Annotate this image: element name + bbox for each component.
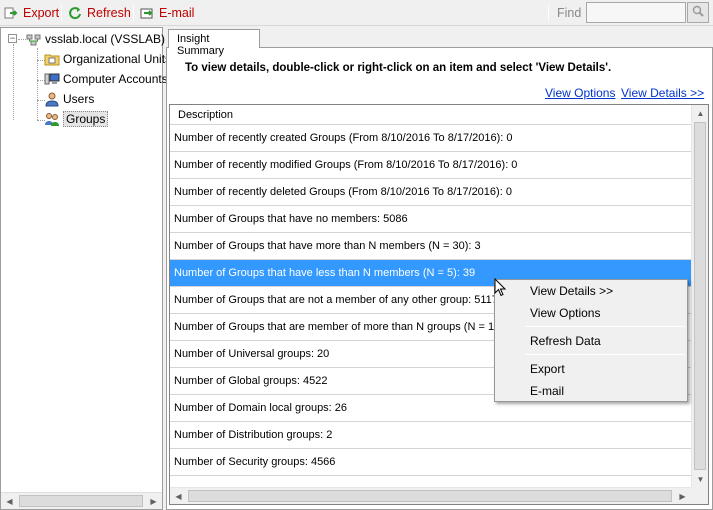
view-details-link[interactable]: View Details >> [621,86,704,100]
email-button[interactable]: E-mail [140,4,194,22]
tree-item-users[interactable]: Users [44,90,94,108]
refresh-icon [68,6,82,20]
tree-item-label: Groups [63,111,109,127]
scroll-left-arrow-icon[interactable]: ◀ [1,493,18,509]
table-row[interactable]: Number of recently created Groups (From … [170,125,691,152]
scroll-down-arrow-icon[interactable]: ▼ [692,471,708,488]
scroll-up-arrow-icon[interactable]: ▲ [692,105,708,122]
tree-item-domain[interactable]: vsslab.local (VSSLAB) [26,30,165,48]
menu-item-view-options[interactable]: View Options [530,306,600,320]
tree-item-computer-accounts[interactable]: Computer Accounts [44,70,168,88]
table-row[interactable]: Number of Groups that have more than N m… [170,233,691,260]
menu-item-refresh-data[interactable]: Refresh Data [530,334,601,348]
menu-item-export[interactable]: Export [530,362,565,376]
refresh-label: Refresh [87,6,131,20]
toolbar-separator [133,5,134,21]
tree-item-organizational-units[interactable]: Organizational Units [44,50,171,68]
scrollbar-thumb[interactable] [694,122,706,470]
instruction-text: To view details, double-click or right-c… [185,62,612,74]
tree-item-label: Organizational Units [63,52,172,66]
menu-item-email[interactable]: E-mail [530,384,564,398]
tree-line [13,44,14,120]
table-row[interactable]: Number of recently deleted Groups (From … [170,179,691,206]
tree-line [37,48,38,120]
toolbar-separator [548,5,549,21]
scrollbar-thumb[interactable] [188,490,672,502]
scroll-right-arrow-icon[interactable]: ▶ [674,488,691,504]
tree-line [18,39,26,40]
export-icon [4,6,18,20]
grid-horizontal-scrollbar[interactable]: ◀ ▶ [170,487,691,504]
tree-item-label: Computer Accounts [63,72,168,86]
find-input[interactable] [586,2,686,23]
tree-item-label: vsslab.local (VSSLAB) [45,32,166,46]
tree-horizontal-scrollbar[interactable]: ◀ ▶ [1,492,162,509]
menu-separator [525,354,685,355]
email-label: E-mail [159,6,195,20]
table-row[interactable]: Number of recently modified Groups (From… [170,152,691,179]
tree-item-groups[interactable]: Groups [44,110,109,128]
domain-icon [26,31,42,47]
menu-item-view-details[interactable]: View Details >> [530,284,613,298]
scroll-left-arrow-icon[interactable]: ◀ [170,488,187,504]
context-menu: View Details >> View Options Refresh Dat… [494,279,688,402]
find-button[interactable] [687,2,709,23]
view-options-link[interactable]: View Options [545,86,615,100]
mouse-cursor-icon [494,277,507,300]
scrollbar-thumb[interactable] [19,495,143,507]
column-header-description[interactable]: Description [170,105,691,125]
user-icon [44,91,60,107]
ou-folder-icon [44,51,60,67]
grid-vertical-scrollbar[interactable]: ▲ ▼ [691,105,708,488]
scroll-right-arrow-icon[interactable]: ▶ [145,493,162,509]
export-label: Export [23,6,60,20]
tree-item-label: Users [63,92,95,106]
export-button[interactable]: Export [4,4,59,22]
menu-separator [525,326,685,327]
tree-collapse-toggle[interactable]: − [8,34,17,43]
find-label: Find [557,6,582,20]
table-row[interactable]: Number of Groups that have no members: 5… [170,206,691,233]
groups-icon [44,111,60,127]
scrollbar-corner [691,487,708,504]
table-row[interactable]: Number of Distribution groups: 2 [170,422,691,449]
computer-icon [44,71,60,87]
tab-insight-summary[interactable]: Insight Summary [168,29,260,57]
refresh-button[interactable]: Refresh [68,4,131,22]
toolbar-separator [61,5,62,21]
toolbar: Export Refresh E-mail Find [0,0,713,26]
email-icon [140,6,154,20]
search-icon [692,5,704,20]
table-row[interactable]: Number of Security groups: 4566 [170,449,691,476]
